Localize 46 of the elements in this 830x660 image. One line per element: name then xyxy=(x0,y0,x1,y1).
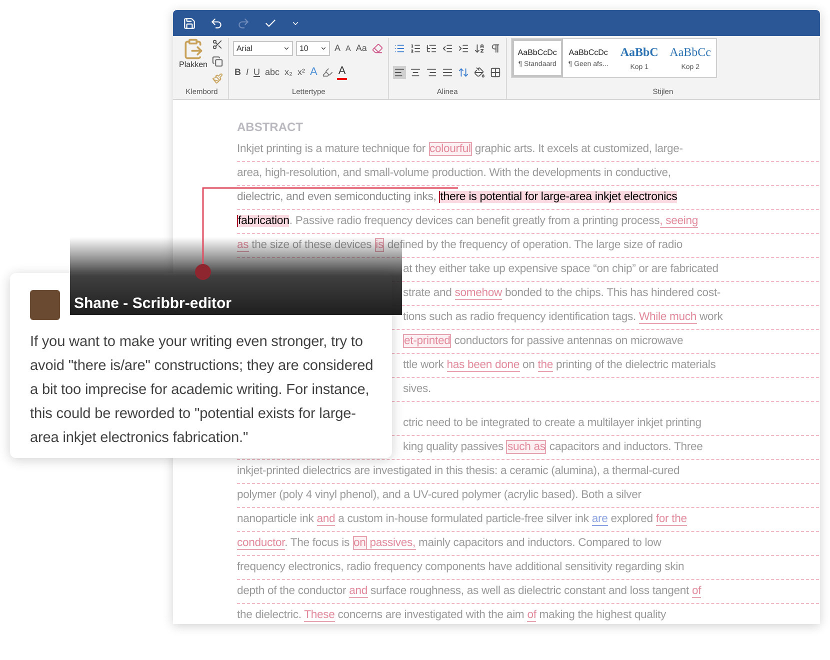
format-button[interactable]: B xyxy=(233,66,242,78)
format-button[interactable]: x² xyxy=(296,66,306,78)
format-button[interactable]: abc xyxy=(264,66,280,78)
text-line: depth of the conductor and surface roughness, as well as dielectric constant and loss tangent of xyxy=(237,580,820,604)
text-line: as the size of these devices is defined by the frequency of operation. The large size of radio xyxy=(237,234,820,258)
grow-font-button[interactable]: A xyxy=(333,42,342,54)
save-button[interactable] xyxy=(183,16,196,30)
undo-button[interactable] xyxy=(210,16,223,30)
text-line: polymer (poly 4 vinyl phenol), and a UV-cured polymer (acrylic based). Both a silver xyxy=(237,484,820,508)
paste-button[interactable]: Plakken xyxy=(179,38,208,87)
caret-icon xyxy=(320,44,328,52)
format-button[interactable]: x₂ xyxy=(284,66,294,78)
change-case-button[interactable]: Aa xyxy=(354,42,368,54)
text-line: conductor. The focus is on passives, mainly capacitors and inductors. Compared to low xyxy=(237,532,820,556)
copy-icon[interactable] xyxy=(211,55,224,68)
borders-icon[interactable] xyxy=(488,66,502,78)
sort-icon[interactable] xyxy=(472,42,486,54)
text-line: the dielectric. These concerns are investigated with the aim of making the highest quality xyxy=(237,604,820,624)
avatar xyxy=(30,290,60,320)
text-line: dielectric, and even semiconducting inks, there is potential for large-area inkjet electronics xyxy=(237,186,820,210)
font-size-field[interactable]: 10 xyxy=(296,40,330,56)
text-line: Inkjet printing is a mature technique for colourful graphic arts. It excels at customized, large- xyxy=(237,138,820,162)
text-line: fabrication. Passive radio frequency devices can benefit greatly from a printing process, seeing xyxy=(237,210,820,234)
shrink-font-button[interactable]: A xyxy=(344,42,352,54)
comment-author: Shane - Scribbr-editor xyxy=(74,295,232,312)
document-heading: ABSTRACT xyxy=(237,120,304,136)
text-line: area, high-resolution, and small-volume production. With the developments in conductive, xyxy=(237,162,820,186)
highlight-icon[interactable] xyxy=(321,66,334,78)
shading-icon[interactable] xyxy=(472,66,486,78)
text-line: frequency electronics, radio frequency components have additional sensitivity regarding skin xyxy=(237,556,820,580)
font-name-field[interactable]: Arial xyxy=(233,40,294,56)
connector-dot xyxy=(195,264,211,280)
cut-icon[interactable] xyxy=(211,38,224,51)
check-button[interactable] xyxy=(264,16,277,30)
text-line: nanoparticle ink and a custom in-house formulated particle-free silver ink are explored for the xyxy=(237,508,820,532)
line-spacing-icon[interactable] xyxy=(456,66,470,78)
format-button[interactable]: I xyxy=(244,66,250,78)
comment-text: If you want to make your writing even stronger, try to avoid "there is/are" constructions; they are considered a bit too imprecise for academic writing. For instance, this could be reworded to "potential exists for large-area inkjet electronics fabrication." xyxy=(30,333,374,448)
align-left-button[interactable] xyxy=(392,66,406,78)
format-button[interactable]: U xyxy=(252,66,261,78)
font-color-button[interactable]: A xyxy=(337,64,347,80)
numbering-icon[interactable] xyxy=(408,42,422,54)
clear-formatting-icon[interactable] xyxy=(370,42,384,54)
clipboard-icon xyxy=(182,38,204,60)
text-line: inkjet-printed dielectrics are investigated in this thesis: a ceramic (alumina), a thermal-cured xyxy=(237,460,820,484)
caret-icon xyxy=(283,44,290,52)
